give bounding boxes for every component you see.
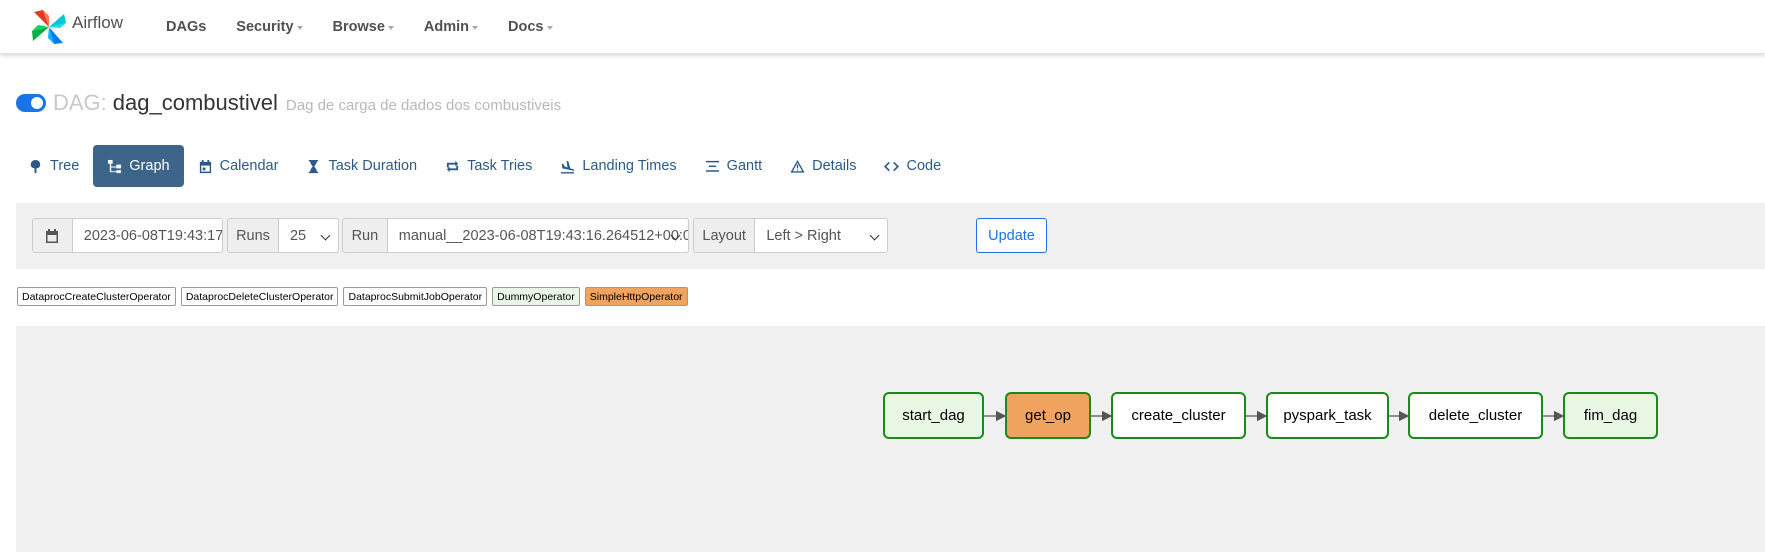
base-date-input[interactable]: 2023-06-08T19:43:172 <box>73 219 222 252</box>
nav-item-label: Docs <box>508 19 544 35</box>
plane-landing-icon <box>561 160 575 174</box>
tab-landing-times[interactable]: Landing Times <box>546 145 690 187</box>
layout-label: Layout <box>694 219 756 252</box>
caret-down-icon <box>546 26 553 30</box>
nav-item-admin[interactable]: Admin <box>423 19 479 35</box>
calendar-icon <box>199 159 211 173</box>
task-node-label: fim_dag <box>1583 407 1638 424</box>
run-select-value: manual__2023-06-08T19:43:16.264512+00:00 <box>398 227 688 244</box>
tab-tree[interactable]: Tree <box>16 145 93 187</box>
code-icon <box>884 161 900 171</box>
graph-edges <box>885 410 1565 422</box>
legend-item-dataproc-create-cluster[interactable]: DataprocCreateClusterOperator <box>17 287 176 306</box>
brand-text: Airflow <box>72 13 124 32</box>
task-node-delete-cluster[interactable]: delete_cluster <box>1408 392 1543 439</box>
update-button[interactable]: Update <box>976 218 1047 253</box>
nav-item-label: Security <box>236 19 294 35</box>
legend-item-dummy-operator[interactable]: DummyOperator <box>492 287 580 306</box>
run-label: Run <box>343 219 388 252</box>
tab-label: Tree <box>50 158 80 174</box>
dag-prefix: DAG: <box>53 90 107 115</box>
calendar-icon <box>46 228 59 243</box>
navbar: Airflow DAGs Security Browse Admin Docs <box>0 0 1765 54</box>
caret-down-icon <box>296 26 303 30</box>
tab-label: Gantt <box>726 158 763 174</box>
graph-controls-bar: 2023-06-08T19:43:172 Runs 25 Run manual_… <box>16 203 1765 269</box>
tab-label: Graph <box>129 158 170 174</box>
nav-item-docs[interactable]: Docs <box>508 19 553 35</box>
dag-name: dag_combustivel <box>112 90 278 115</box>
task-node-fim-dag[interactable]: fim_dag <box>1563 392 1658 439</box>
nav-item-security[interactable]: Security <box>236 19 303 35</box>
nav-item-label: Admin <box>423 19 470 35</box>
nav-menu: DAGs Security Browse Admin Docs <box>166 0 583 54</box>
runs-select[interactable]: 25 <box>279 219 338 252</box>
dag-header: DAG: dag_combustivel Dag de carga de dad… <box>16 86 561 120</box>
dag-description: Dag de carga de dados dos combustiveis <box>285 96 562 114</box>
task-node-label: delete_cluster <box>1428 407 1523 424</box>
nav-item-dags[interactable]: DAGs <box>166 19 206 35</box>
tab-task-duration[interactable]: Task Duration <box>292 145 431 187</box>
task-node-label: get_op <box>1025 407 1071 424</box>
legend-item-dataproc-submit-job[interactable]: DataprocSubmitJobOperator <box>343 287 488 306</box>
task-node-label: create_cluster <box>1131 407 1226 424</box>
brand-logo-link[interactable]: Airflow <box>30 8 123 46</box>
nav-item-browse[interactable]: Browse <box>333 19 394 35</box>
hourglass-icon <box>309 159 319 173</box>
nav-item-label: Browse <box>332 19 385 35</box>
runs-select-value: 25 <box>289 227 307 244</box>
tab-label: Details <box>812 158 857 174</box>
nav-item-label: DAGs <box>166 19 207 35</box>
legend-item-dataproc-delete-cluster[interactable]: DataprocDeleteClusterOperator <box>180 287 339 306</box>
tab-label: Task Duration <box>328 158 418 174</box>
layout-select[interactable]: Left > Right <box>755 219 887 252</box>
retry-icon <box>446 160 459 172</box>
chevron-down-icon <box>320 230 331 241</box>
tab-label: Task Tries <box>467 158 533 174</box>
tab-gantt[interactable]: Gantt <box>691 145 776 187</box>
tree-icon <box>30 159 41 173</box>
tab-task-tries[interactable]: Task Tries <box>431 145 546 187</box>
tab-label: Landing Times <box>582 158 677 174</box>
run-select[interactable]: manual__2023-06-08T19:43:16.264512+00:00 <box>388 219 688 252</box>
run-group: Run manual__2023-06-08T19:43:16.264512+0… <box>342 218 689 253</box>
view-tabs: Tree Graph Calendar Task Duration Task T… <box>16 145 955 187</box>
runs-group: Runs 25 <box>227 218 339 253</box>
legend-item-simple-http-operator[interactable]: SimpleHttpOperator <box>584 287 688 306</box>
airflow-pinwheel-icon <box>32 10 66 44</box>
tab-label: Calendar <box>219 158 279 174</box>
warning-triangle-icon <box>790 159 805 173</box>
calendar-picker-button[interactable] <box>33 219 73 252</box>
caret-down-icon <box>387 26 394 30</box>
layout-select-value: Left > Right <box>766 227 841 244</box>
tab-graph[interactable]: Graph <box>93 145 184 187</box>
task-node-pyspark-task[interactable]: pyspark_task <box>1266 392 1389 439</box>
graph-icon <box>108 159 122 173</box>
runs-label: Runs <box>228 219 279 252</box>
dag-pause-toggle[interactable] <box>16 94 46 112</box>
dag-graph-canvas[interactable]: start_dag get_op create_cluster pyspark_… <box>16 326 1765 552</box>
tab-code[interactable]: Code <box>870 145 955 187</box>
task-node-label: start_dag <box>902 407 965 424</box>
task-node-create-cluster[interactable]: create_cluster <box>1111 392 1246 439</box>
base-date-group: 2023-06-08T19:43:172 <box>32 218 223 253</box>
task-node-start-dag[interactable]: start_dag <box>883 392 984 439</box>
chevron-down-icon <box>869 230 880 241</box>
operator-legend: DataprocCreateClusterOperator DataprocDe… <box>17 287 693 306</box>
layout-group: Layout Left > Right <box>693 218 888 253</box>
task-node-get-op[interactable]: get_op <box>1005 392 1091 439</box>
task-node-label: pyspark_task <box>1283 407 1372 424</box>
caret-down-icon <box>472 26 479 30</box>
tab-details[interactable]: Details <box>776 145 870 187</box>
tab-calendar[interactable]: Calendar <box>184 145 293 187</box>
tab-label: Code <box>906 158 942 174</box>
gantt-icon <box>705 160 719 172</box>
